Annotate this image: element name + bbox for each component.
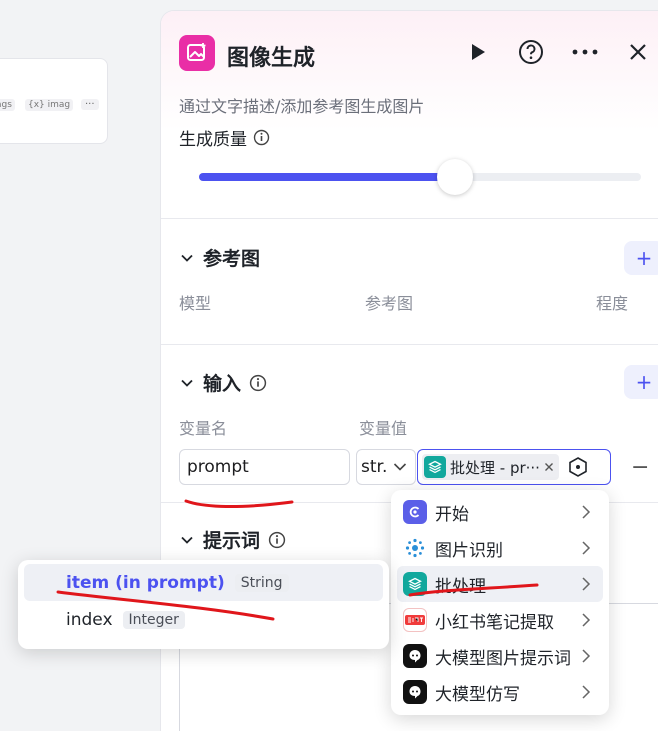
chevron-down-icon xyxy=(181,536,193,544)
quality-label-text: 生成质量 xyxy=(179,130,247,150)
chevron-down-icon xyxy=(181,254,193,262)
divider xyxy=(161,218,658,219)
play-icon xyxy=(472,44,485,60)
menu-item-label: 图片识别 xyxy=(435,540,503,561)
chevron-right-icon xyxy=(582,577,591,591)
variable-name: item (in prompt) xyxy=(66,572,225,593)
close-button[interactable] xyxy=(623,37,653,67)
chevron-down-icon xyxy=(181,379,193,387)
column-label-reference: 参考图 xyxy=(365,294,414,313)
more-button[interactable] xyxy=(570,37,600,67)
column-label-var-value: 变量值 xyxy=(359,419,408,438)
submenu-item-index[interactable]: index Integer xyxy=(24,601,383,638)
input-section-title: 输入 xyxy=(203,373,242,395)
menu-item-start[interactable]: 开始 xyxy=(397,494,603,530)
quality-label: 生成质量 xyxy=(179,125,270,150)
close-icon xyxy=(630,44,646,60)
quality-slider-fill xyxy=(199,173,456,181)
menu-item-label: 大模型仿写 xyxy=(435,684,520,705)
llm-image-prompt-icon xyxy=(403,644,427,668)
reference-section-header[interactable]: 参考图 xyxy=(179,244,260,271)
chevron-right-icon xyxy=(582,613,591,627)
reference-tag-label: 批处理 - pr··· xyxy=(450,458,540,477)
info-icon[interactable] xyxy=(249,374,267,392)
menu-item-label: 开始 xyxy=(435,504,469,525)
llm-rewrite-icon xyxy=(403,680,427,704)
add-reference-button[interactable]: + xyxy=(624,241,658,275)
node-chip-variable: {x} imag xyxy=(25,99,74,111)
batch-icon xyxy=(424,456,446,478)
start-icon xyxy=(403,500,427,524)
menu-item-label: 小红书笔记提取 xyxy=(435,612,554,633)
prompt-section-header[interactable]: 提示词 xyxy=(179,526,286,553)
add-input-button[interactable]: + xyxy=(624,365,658,399)
info-icon[interactable] xyxy=(268,531,286,549)
node-description: 通过文字描述/添加参考图生成图片 xyxy=(179,97,425,116)
column-label-model: 模型 xyxy=(179,294,212,313)
more-icon xyxy=(572,49,598,55)
variable-name-value: prompt xyxy=(187,457,249,477)
run-button[interactable] xyxy=(463,37,493,67)
chevron-right-icon xyxy=(582,541,591,555)
plus-icon: + xyxy=(635,246,653,270)
menu-item-llm-image-prompt[interactable]: 大模型图片提示词 xyxy=(397,638,603,674)
variable-name: index xyxy=(66,609,113,630)
submenu-item-item[interactable]: item (in prompt) String xyxy=(24,564,383,601)
chevron-right-icon xyxy=(582,649,591,663)
value-type-text: str. xyxy=(361,457,388,477)
menu-item-label: 批处理 xyxy=(435,576,486,597)
chevron-down-icon xyxy=(394,463,407,471)
canvas-node-card[interactable]: ags {x} imag ··· xyxy=(0,58,108,144)
help-icon xyxy=(519,40,543,64)
node-more-icon[interactable]: ··· xyxy=(81,99,99,110)
menu-item-image-recognition[interactable]: 图片识别 xyxy=(397,530,603,566)
batch-icon xyxy=(403,572,427,596)
menu-item-label: 大模型图片提示词 xyxy=(435,648,571,669)
menu-item-llm-rewrite[interactable]: 大模型仿写 xyxy=(397,674,603,710)
column-label-var-name: 变量名 xyxy=(179,419,228,438)
node-chip: ags xyxy=(0,99,15,111)
variable-reference-input[interactable]: 批处理 - pr··· xyxy=(417,449,611,485)
menu-item-batch[interactable]: 批处理 xyxy=(397,566,603,602)
variable-type-badge: String xyxy=(234,573,289,592)
reference-tag[interactable]: 批处理 - pr··· xyxy=(422,454,559,480)
variable-name-input[interactable]: prompt xyxy=(179,449,350,485)
help-button[interactable] xyxy=(516,37,546,67)
variable-type-badge: Integer xyxy=(122,610,185,629)
xiaohongshu-icon xyxy=(403,608,427,632)
input-section-header[interactable]: 输入 xyxy=(179,369,267,396)
chevron-right-icon xyxy=(582,685,591,699)
batch-output-submenu: item (in prompt) String index Integer xyxy=(18,560,389,649)
chevron-right-icon xyxy=(582,505,591,519)
remove-tag-icon[interactable] xyxy=(544,462,554,472)
image-generation-icon xyxy=(179,35,215,71)
quality-slider-thumb[interactable] xyxy=(437,159,474,195)
menu-item-xiaohongshu[interactable]: 小红书笔记提取 xyxy=(397,602,603,638)
divider xyxy=(161,344,658,345)
info-icon[interactable] xyxy=(253,129,270,146)
image-recognition-icon xyxy=(403,536,427,560)
column-label-strength: 程度 xyxy=(596,294,629,313)
page-title: 图像生成 xyxy=(227,46,316,71)
quality-slider[interactable] xyxy=(199,159,641,195)
variable-source-menu: 开始 图片识别 批处理 小红书笔记提取 大模型图片提示词 大模型仿写 xyxy=(391,490,609,715)
remove-row-button[interactable]: − xyxy=(631,455,649,480)
value-type-select[interactable]: str. xyxy=(356,449,416,485)
variable-picker-icon[interactable] xyxy=(567,456,589,478)
reference-section-title: 参考图 xyxy=(203,248,261,270)
prompt-section-title: 提示词 xyxy=(203,530,261,552)
plus-icon: + xyxy=(635,370,653,394)
